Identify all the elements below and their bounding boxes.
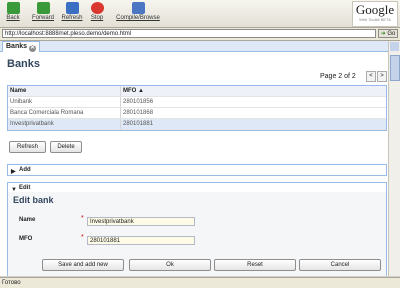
go-arrow-icon: ➜ — [380, 31, 386, 37]
cancel-button[interactable]: Cancel — [299, 259, 381, 271]
forward-button[interactable]: Forward — [30, 2, 56, 26]
gwt-logo: Google Web Toolkit BETA — [352, 1, 398, 27]
delete-button[interactable]: Delete — [50, 141, 82, 153]
save-and-add-new-button[interactable]: Save and add new — [42, 259, 124, 271]
ok-button[interactable]: Ok — [129, 259, 211, 271]
stop-icon — [90, 2, 104, 14]
expand-triangle-icon: ▶ — [11, 169, 16, 175]
prev-page-button[interactable]: < — [366, 71, 376, 82]
cell-mfo: 280101868 — [123, 110, 154, 116]
url-input[interactable]: http://localhost:8888/net.pleso.demo/dem… — [2, 29, 376, 38]
column-divider — [120, 86, 121, 96]
edit-bank-panel: Edit bank Name * Investprivatbank MFO * … — [7, 192, 387, 276]
tab-bar: Banks ✕ — [0, 41, 389, 52]
reset-button[interactable]: Reset — [214, 259, 296, 271]
scroll-up-icon[interactable] — [390, 42, 399, 51]
grid-header: Name MFO ▲ — [8, 86, 386, 97]
cell-mfo: 280101881 — [123, 121, 154, 127]
main-content: Banks Page 2 of 2 < > Name MFO ▲ Unibank… — [0, 52, 389, 276]
vertical-scrollbar[interactable] — [388, 41, 400, 276]
cell-name: Investprivatbank — [10, 121, 54, 127]
page-title: Banks — [7, 58, 41, 70]
table-row[interactable]: Banca Comerciala Romana 280101868 — [8, 108, 386, 119]
refresh-grid-button[interactable]: Refresh — [9, 141, 46, 153]
table-row[interactable]: Unibank 280101856 — [8, 97, 386, 108]
status-bar: Готово — [0, 277, 400, 288]
table-row-selected[interactable]: Investprivatbank 280101881 — [8, 119, 386, 130]
next-page-button[interactable]: > — [377, 71, 387, 82]
tab-banks[interactable]: Banks ✕ — [2, 41, 41, 52]
stop-button[interactable]: Stop — [88, 2, 106, 26]
required-marker: * — [81, 234, 84, 241]
cell-name: Banca Comerciala Romana — [10, 110, 84, 116]
forward-arrow-icon — [36, 2, 50, 14]
refresh-icon — [65, 2, 79, 14]
scroll-thumb[interactable] — [390, 55, 400, 81]
back-arrow-icon — [6, 2, 20, 14]
go-button[interactable]: ➜ Go — [378, 29, 398, 38]
close-tab-icon[interactable]: ✕ — [29, 45, 37, 52]
compile-browse-button[interactable]: Compile/Browse — [116, 2, 160, 26]
compile-icon — [131, 2, 145, 14]
cell-mfo: 280101856 — [123, 99, 154, 105]
column-divider — [120, 108, 121, 118]
address-bar: http://localhost:8888/net.pleso.demo/dem… — [0, 28, 400, 41]
back-button[interactable]: Back — [4, 2, 22, 26]
name-field[interactable]: Investprivatbank — [87, 217, 195, 226]
column-header-mfo[interactable]: MFO ▲ — [123, 86, 144, 96]
mfo-label: MFO — [19, 236, 33, 242]
name-label: Name — [19, 217, 36, 223]
required-marker: * — [81, 215, 84, 222]
banks-grid: Name MFO ▲ Unibank 280101856 Banca Comer… — [7, 85, 387, 131]
refresh-button[interactable]: Refresh — [60, 2, 84, 26]
pager-text: Page 2 of 2 — [320, 73, 356, 80]
browser-toolbar: Back Forward Refresh Stop Compile/Browse… — [0, 0, 400, 28]
edit-title: Edit bank — [13, 195, 54, 205]
column-divider — [120, 97, 121, 107]
cell-name: Unibank — [10, 99, 33, 105]
add-section-header[interactable]: ▶ Add — [7, 164, 387, 176]
mfo-field[interactable]: 280101881 — [87, 236, 195, 245]
column-divider — [120, 119, 121, 129]
column-header-name[interactable]: Name — [10, 86, 26, 96]
